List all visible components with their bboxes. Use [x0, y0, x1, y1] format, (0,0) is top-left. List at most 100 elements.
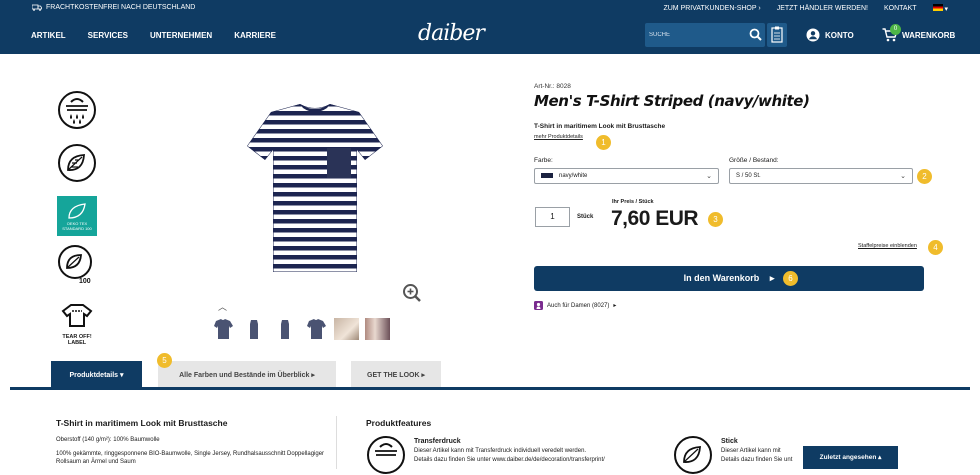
oeko-tex-logo-icon	[68, 203, 86, 219]
chevron-down-icon: ⌄	[900, 173, 906, 180]
size-value: S / 50 St.	[736, 173, 761, 179]
nav-item-services[interactable]: SERVICES	[88, 31, 128, 40]
tshirt-thumbnail-icon	[213, 319, 233, 339]
product-title: Men's T-Shirt Striped (navy/white)	[534, 92, 810, 110]
private-shop-link[interactable]: ZUM PRIVATKUNDEN-SHOP ›	[663, 5, 760, 12]
search-icon[interactable]	[749, 28, 762, 41]
tear-off-label-text: TEAR OFF! LABEL	[62, 334, 92, 346]
color-select[interactable]: navy/white ⌄	[534, 168, 719, 184]
price-label: Ihr Preis / Stück	[612, 199, 654, 205]
account-label: KONTO	[825, 30, 854, 40]
cotton-100-icon: 100	[58, 245, 92, 285]
color-value: navy/white	[559, 173, 588, 180]
nav-item-unternehmen[interactable]: UNTERNEHMEN	[150, 31, 212, 40]
nav-item-artikel[interactable]: ARTIKEL	[31, 31, 66, 40]
thumbnail-front[interactable]	[210, 318, 235, 340]
truck-icon	[32, 4, 42, 11]
feature-desc-link: Details dazu finden Sie unter www.daiber…	[414, 457, 605, 463]
description-text: 100% gekämmte, ringgesponnene BIO-Baumwo…	[56, 451, 325, 465]
chevron-up-icon[interactable]: ︿	[218, 300, 227, 313]
nav-item-karriere[interactable]: KARRIERE	[234, 31, 276, 40]
shipping-text: FRACHTKOSTENFREI NACH DEUTSCHLAND	[46, 4, 196, 11]
clipboard-button[interactable]	[767, 23, 787, 47]
organic-icon	[58, 144, 96, 182]
step-badge-5: 5	[157, 353, 172, 368]
product-description: T-Shirt in maritimem Look mit Brusttasch…	[56, 418, 326, 466]
add-to-cart-label: In den Warenkorb	[683, 273, 760, 283]
color-swatch	[541, 173, 553, 178]
female-icon	[534, 301, 543, 310]
step-badge-3: 3	[708, 212, 723, 227]
shipping-notice: FRACHTKOSTENFREI NACH DEUTSCHLAND	[32, 4, 195, 11]
dealer-link[interactable]: JETZT HÄNDLER WERDEN!	[777, 5, 868, 12]
oeko-tex-text: OEKO TEX STANDARD 100	[62, 221, 92, 231]
tab-get-the-look[interactable]: GET THE LOOK ▸	[351, 361, 441, 390]
chevron-down-icon: ▾	[944, 6, 948, 13]
product-features: Produktfeatures Transferdruck Dieser Art…	[366, 418, 926, 474]
chevron-down-icon: ⌄	[706, 173, 712, 180]
tab-product-details[interactable]: Produktdetails ▾	[51, 361, 142, 390]
cart-label: WARENKORB	[902, 30, 956, 40]
thumbnail-strip	[210, 318, 390, 340]
arrow-right-icon: ▸	[769, 273, 775, 283]
chevron-up-icon: ▴	[878, 454, 882, 461]
search-input[interactable]	[649, 28, 745, 42]
thumbnail-back[interactable]	[303, 318, 328, 340]
contact-link[interactable]: KONTAKT	[884, 5, 917, 12]
tshirt-thumbnail-icon	[249, 320, 258, 339]
tab-underline	[10, 387, 970, 390]
search-box	[645, 23, 765, 47]
description-heading: T-Shirt in maritimem Look mit Brusttasch…	[56, 418, 228, 428]
thumbnail-side-left[interactable]	[241, 318, 266, 340]
daiber-logo[interactable]: daiber	[418, 21, 485, 46]
language-selector[interactable]: ▾	[932, 4, 948, 13]
feature-desc: Dieser Artikel kann mit Transferdruck in…	[414, 448, 587, 454]
womens-version-link[interactable]: Auch für Damen (8027) ▸	[534, 301, 616, 310]
transfer-print-icon	[367, 436, 405, 474]
add-to-cart-button[interactable]: In den Warenkorb ▸	[534, 266, 924, 291]
feature-title: Transferdruck	[414, 438, 461, 445]
user-icon	[806, 28, 820, 42]
german-flag-icon	[932, 4, 943, 11]
cart-count-badge: 0	[890, 24, 901, 35]
fabric-info: Oberstoff (140 g/m²): 100% Baumwolle	[56, 437, 160, 443]
color-label: Farbe:	[534, 157, 553, 164]
tshirt-outline-icon	[61, 304, 93, 327]
article-number: Art-Nr.: 8028	[534, 83, 571, 90]
features-heading: Produktfeatures	[366, 418, 432, 428]
thumbnail-model-photo[interactable]	[365, 318, 390, 340]
step-badge-2: 2	[917, 169, 932, 184]
tear-off-label-badge: TEAR OFF! LABEL	[57, 303, 97, 346]
product-feature-icons: OEKO TEX STANDARD 100 100 TEAR OFF! LABE…	[57, 90, 99, 346]
product-image[interactable]	[245, 102, 385, 274]
arrow-right-icon: ▸	[613, 303, 617, 309]
account-link[interactable]: KONTO	[806, 28, 854, 42]
product-info-panel: Art-Nr.: 8028 Men's T-Shirt Striped (nav…	[534, 83, 929, 140]
top-bar: FRACHTKOSTENFREI NACH DEUTSCHLAND ZUM PR…	[0, 0, 980, 17]
quantity-input[interactable]: 1	[535, 207, 570, 227]
column-divider	[336, 416, 337, 469]
recently-viewed-button[interactable]: Zuletzt angesehen ▴	[803, 446, 898, 469]
thumbnail-detail-photo[interactable]	[334, 318, 359, 340]
womens-version-label: Auch für Damen (8027)	[547, 302, 610, 309]
transfer-print-icon	[58, 91, 96, 129]
price-value: 7,60 EUR	[611, 207, 699, 230]
size-select[interactable]: S / 50 St. ⌄	[729, 168, 913, 184]
oeko-tex-badge: OEKO TEX STANDARD 100	[57, 196, 97, 236]
tab-all-colors[interactable]: Alle Farben und Bestände im Überblick ▸	[158, 361, 336, 390]
quantity-unit: Stück	[577, 214, 594, 220]
size-label: Größe / Bestand:	[729, 157, 779, 164]
tier-prices-link[interactable]: Staffelpreise einblenden	[858, 243, 917, 249]
step-badge-6: 6	[783, 271, 798, 286]
product-subtitle: T-Shirt in maritimem Look mit Brusttasch…	[534, 123, 666, 130]
clipboard-icon	[771, 26, 783, 43]
step-badge-1: 1	[596, 135, 611, 150]
more-details-link[interactable]: mehr Produktdetails	[534, 134, 929, 140]
main-navigation: ARTIKEL SERVICES UNTERNEHMEN KARRIERE da…	[0, 17, 980, 54]
cotton-100-label: 100	[79, 278, 91, 284]
tshirt-thumbnail-icon	[306, 319, 326, 339]
step-badge-4: 4	[928, 240, 943, 255]
thumbnail-side-right[interactable]	[272, 318, 297, 340]
zoom-icon[interactable]	[402, 283, 422, 303]
embroidery-icon	[674, 436, 712, 474]
